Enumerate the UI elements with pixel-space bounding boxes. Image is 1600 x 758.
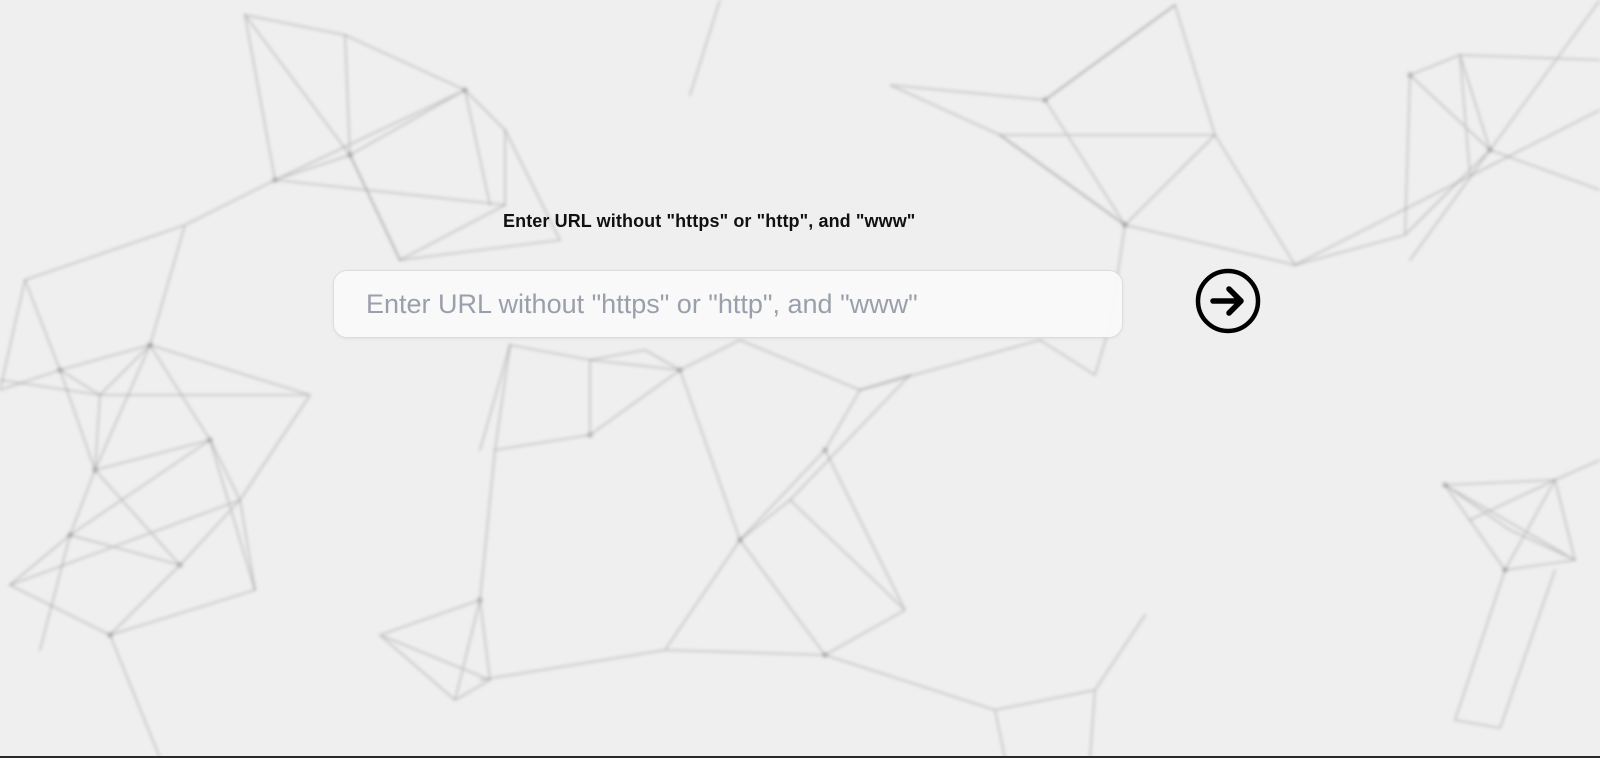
page-canvas: Enter URL without "https" or "http", and… xyxy=(0,0,1600,758)
url-input[interactable] xyxy=(333,270,1123,338)
url-field-label: Enter URL without "https" or "http", and… xyxy=(503,211,916,231)
submit-url-button[interactable] xyxy=(1195,268,1261,334)
arrow-right-circle-icon xyxy=(1195,268,1261,334)
network-background-graphic xyxy=(0,0,1600,758)
